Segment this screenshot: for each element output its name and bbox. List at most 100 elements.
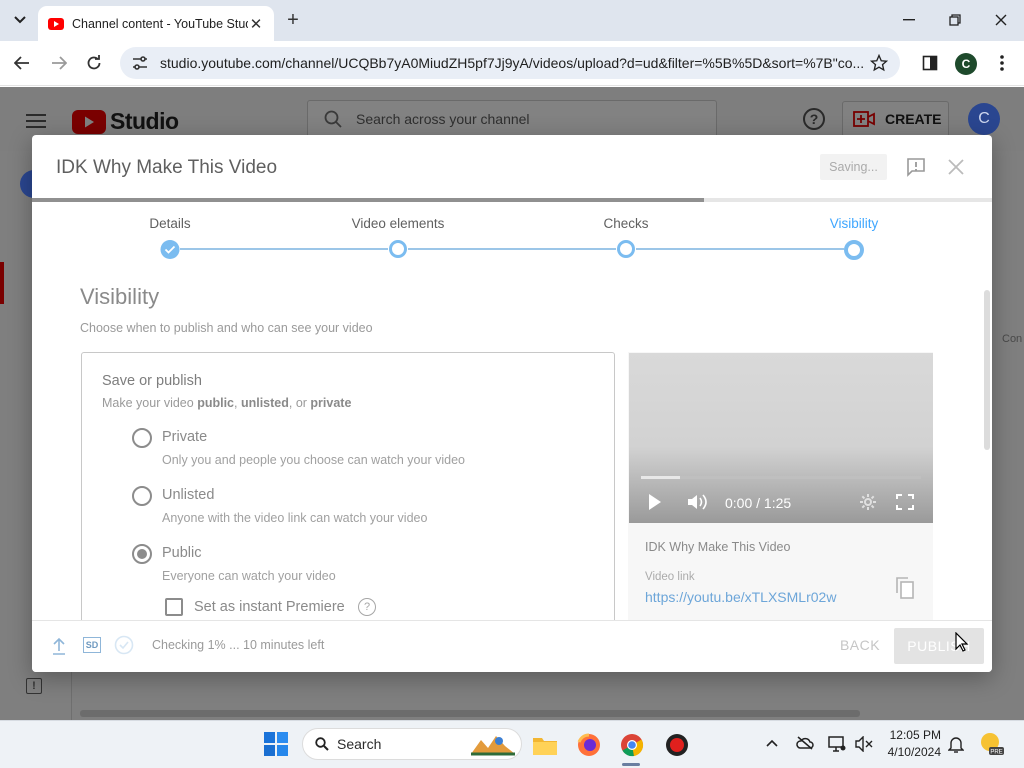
arrow-right-icon [52,56,67,70]
dialog-title: IDK Why Make This Video [56,157,278,178]
notification-bell-icon[interactable] [948,735,964,753]
seek-bar[interactable] [641,476,921,479]
subtitle-unlisted: unlisted [240,396,289,410]
recorder-app[interactable] [662,730,692,760]
option-label-public[interactable]: Public [162,545,202,561]
mouse-cursor-icon [955,632,969,652]
send-feedback-icon[interactable]: ! [26,678,42,694]
close-dialog-button[interactable] [944,155,968,179]
site-settings-icon [133,56,147,70]
video-link[interactable]: https://youtu.be/xTLXSMLr02w [645,589,836,605]
fullscreen-icon[interactable] [896,494,914,510]
play-icon[interactable] [648,493,662,511]
tab-title: Channel content - YouTube Studio [72,16,248,31]
new-tab-button[interactable]: + [282,9,304,31]
display-icon[interactable] [828,736,846,752]
step-dot-1[interactable] [389,240,407,258]
video-link-label: Video link [645,571,695,583]
radio-unlisted[interactable] [132,486,152,506]
reload-icon [87,55,101,70]
chevron-up-icon[interactable] [766,739,778,747]
visibility-heading: Visibility [80,284,160,309]
feedback-icon[interactable] [906,157,926,177]
copy-icon[interactable] [896,577,914,599]
step-dot-3[interactable] [844,240,864,260]
dialog-scrollbar[interactable] [984,290,990,450]
browser-profile-avatar[interactable]: C [955,53,977,75]
instant-premiere-label[interactable]: Set as instant Premiere [194,599,345,615]
video-add-icon [853,111,875,127]
tab-close-icon[interactable]: ✕ [248,16,264,33]
restore-icon [949,14,961,26]
create-button[interactable]: CREATE [842,101,949,137]
restore-button[interactable] [942,8,968,32]
side-panel-button[interactable] [918,52,942,74]
sidebar-active-indicator [0,262,4,304]
volume-muted-icon[interactable] [855,736,873,752]
save-or-publish-subtitle: Make your video public, unlisted, or pri… [102,396,351,410]
cloud-offline-icon[interactable] [796,736,814,750]
upload-status-text: Checking 1% ... 10 minutes left [152,638,325,652]
tray-clock[interactable]: 12:05 PM 4/10/2024 [881,727,941,761]
instant-premiere-checkbox[interactable] [165,598,183,616]
taskbar-search-label: Search [337,736,382,752]
sd-badge-icon[interactable]: SD [83,637,101,653]
publish-button[interactable]: PUBLISH [894,628,984,664]
url-text: studio.youtube.com/channel/UCQBb7yA0Miud… [160,55,865,71]
step-label-0[interactable]: Details [149,216,190,231]
taskbar-search[interactable]: Search [302,728,522,760]
seek-bar-played [641,476,681,479]
reload-button[interactable] [82,52,106,74]
close-window-button[interactable] [988,8,1014,32]
svg-text:PRE: PRE [990,750,1002,756]
step-dot-2[interactable] [617,240,635,258]
address-bar[interactable]: studio.youtube.com/channel/UCQBb7yA0Miud… [120,47,900,79]
option-label-private[interactable]: Private [162,429,207,445]
subtitle-public: public [197,396,234,410]
search-highlight-icon [471,736,515,756]
forward-nav-button[interactable] [47,52,71,74]
folder-icon [533,738,557,755]
browser-menu-button[interactable] [990,52,1014,74]
option-description-public: Everyone can watch your video [162,569,336,583]
volume-icon[interactable] [687,493,709,511]
video-time: 0:00 / 1:25 [725,495,792,511]
preview-video-title: IDK Why Make This Video [645,540,791,554]
star-icon[interactable] [870,54,888,72]
create-label: CREATE [885,111,942,127]
tray-time: 12:05 PM [889,728,941,742]
firefox-app[interactable] [574,730,604,760]
upload-icon[interactable] [52,637,66,655]
back-nav-button[interactable] [10,52,34,74]
upload-progress-fill [32,198,704,202]
chrome-app[interactable] [617,730,647,760]
option-description-private: Only you and people you choose can watch… [162,453,465,467]
back-button[interactable]: BACK [832,628,888,662]
more-vert-icon [1000,55,1004,71]
step-label-1[interactable]: Video elements [352,216,445,231]
menu-icon[interactable] [26,110,46,132]
checks-status-icon[interactable] [114,635,134,655]
widgets-icon[interactable]: PRE [980,732,1004,756]
step-label-2[interactable]: Checks [603,216,648,231]
browser-tab[interactable]: Channel content - YouTube Studio ✕ [38,6,274,41]
step-label-3[interactable]: Visibility [830,216,879,231]
gear-icon[interactable] [859,493,877,511]
help-icon[interactable]: ? [803,108,825,130]
premiere-help-icon[interactable]: ? [358,598,376,616]
tray-date: 4/10/2024 [887,745,941,759]
radio-private[interactable] [132,428,152,448]
minimize-button[interactable] [896,8,922,32]
file-explorer-app[interactable] [530,730,560,760]
studio-search-placeholder: Search across your channel [356,111,530,127]
option-label-unlisted[interactable]: Unlisted [162,487,214,503]
studio-logo[interactable]: Studio [72,108,179,135]
studio-search[interactable]: Search across your channel [307,100,717,138]
horizontal-scrollbar[interactable] [80,710,860,717]
step-dot-0[interactable] [160,240,180,259]
windows-start-icon[interactable] [264,732,288,756]
radio-public[interactable] [132,544,152,564]
tab-search-button[interactable] [8,9,32,31]
check-icon [164,245,176,254]
studio-account-avatar[interactable]: C [968,103,1000,135]
